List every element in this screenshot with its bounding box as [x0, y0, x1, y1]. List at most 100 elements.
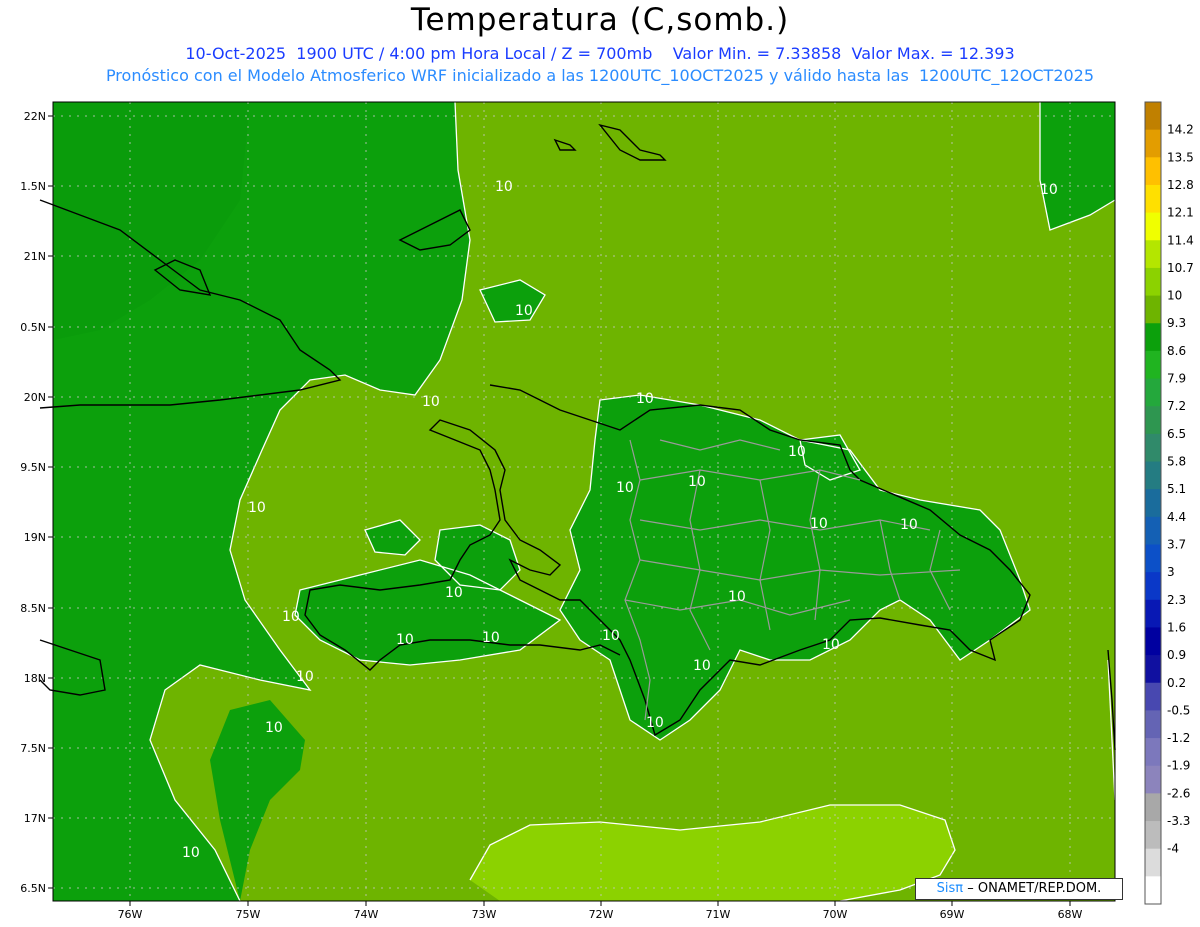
colorbar-swatch [1145, 848, 1161, 877]
lon-tick-label: 68W [1058, 908, 1083, 921]
colorbar-label: -1.9 [1167, 759, 1190, 773]
colorbar-swatch [1145, 406, 1161, 435]
lat-tick-label: 20N [24, 391, 46, 404]
colorbar-labels: 14.2 13.5 12.8 12.1 11.4 10.7 10 9.3 8.6 7.9 7.2 6.… [1167, 123, 1194, 856]
sispi-logo: Sisπ [936, 881, 964, 896]
colorbar-swatch [1145, 295, 1161, 324]
colorbar-swatch [1145, 544, 1161, 573]
colorbar-swatch [1145, 655, 1161, 684]
credit-box: Sisπ – ONAMET/REP.DOM. [915, 878, 1123, 900]
colorbar-label: 7.2 [1167, 399, 1186, 413]
lon-tick-label: 73W [472, 908, 497, 921]
colorbar-label: -0.5 [1167, 703, 1190, 717]
colorbar-label: 5.1 [1167, 482, 1186, 496]
contour-label: 10 [248, 500, 266, 516]
contour-label: 10 [282, 609, 300, 625]
lat-tick-label: 9.5N [20, 461, 46, 474]
colorbar-swatch [1145, 129, 1161, 158]
colorbar-swatch [1145, 738, 1161, 767]
colorbar-swatch [1145, 102, 1161, 131]
colorbar-swatch [1145, 516, 1161, 545]
colorbar-label: -1.2 [1167, 731, 1190, 745]
colorbar-label: -4 [1167, 842, 1179, 856]
colorbar-swatch [1145, 572, 1161, 601]
contour-label: 10 [515, 303, 533, 319]
colorbar-label: 0.9 [1167, 648, 1186, 662]
contour-label: 10 [482, 630, 500, 646]
contour-label: 10 [693, 658, 711, 674]
contour-label: 10 [296, 669, 314, 685]
colorbar-label: 7.9 [1167, 372, 1186, 386]
colorbar-swatch [1145, 682, 1161, 711]
colorbar-swatch [1145, 627, 1161, 656]
contour-label: 10 [646, 715, 664, 731]
contour-label: 10 [422, 394, 440, 410]
colorbar-swatch [1145, 433, 1161, 463]
contour-label: 10 [265, 720, 283, 736]
colorbar-swatch [1145, 267, 1161, 297]
contour-label: 10 [396, 632, 414, 648]
lat-tick-label: 7.5N [20, 742, 46, 755]
contour-label: 10 [182, 845, 200, 861]
lon-tick-label: 72W [589, 908, 614, 921]
contour-label: 10 [445, 585, 463, 601]
lat-tick-label: 21N [24, 250, 46, 263]
lon-axis: 76W 75W 74W 73W 72W 71W 70W 69W 68W [118, 901, 1083, 921]
lon-tick-label: 71W [706, 908, 731, 921]
colorbar-label: 5.8 [1167, 455, 1186, 469]
lon-tick-label: 69W [940, 908, 965, 921]
contour-label: 10 [810, 516, 828, 532]
lat-tick-label: 18N [24, 672, 46, 685]
temperature-map: 10 10 10 10 10 10 10 10 10 10 10 10 10 1… [20, 101, 1194, 921]
lat-tick-label: 1.5N [20, 180, 46, 193]
colorbar-swatch [1145, 240, 1161, 269]
colorbar-swatch [1145, 212, 1161, 241]
colorbar-label: 12.8 [1167, 178, 1194, 192]
lon-tick-label: 75W [236, 908, 261, 921]
colorbar-label: 10 [1167, 289, 1182, 303]
contour-label: 10 [900, 517, 918, 533]
colorbar-label: 8.6 [1167, 344, 1186, 358]
colorbar-label: 10.7 [1167, 261, 1194, 275]
lat-tick-label: 17N [24, 812, 46, 825]
colorbar-label: -3.3 [1167, 814, 1190, 828]
colorbar-swatch [1145, 489, 1161, 518]
contour-label: 10 [728, 589, 746, 605]
colorbar-label: 4.4 [1167, 510, 1186, 524]
colorbar-label: 11.4 [1167, 233, 1194, 247]
contour-label: 10 [495, 179, 513, 195]
colorbar-label: 14.2 [1167, 123, 1194, 137]
colorbar-swatch [1145, 710, 1161, 739]
lon-tick-label: 76W [118, 908, 143, 921]
lat-tick-label: 22N [24, 110, 46, 123]
colorbar-swatch [1145, 378, 1161, 407]
contour-label: 10 [602, 628, 620, 644]
colorbar-label: 3 [1167, 565, 1175, 579]
colorbar-label: 2.3 [1167, 593, 1186, 607]
colorbar-label: 1.6 [1167, 620, 1186, 634]
colorbar-swatch [1145, 184, 1161, 214]
contour-label: 10 [636, 391, 654, 407]
colorbar-swatch [1145, 350, 1161, 380]
colorbar [1144, 101, 1162, 905]
colorbar-label: 9.3 [1167, 316, 1186, 330]
colorbar-swatch [1145, 876, 1161, 905]
colorbar-label: 12.1 [1167, 206, 1194, 220]
contour-label: 10 [822, 637, 840, 653]
colorbar-swatch [1145, 793, 1161, 822]
lon-tick-label: 70W [823, 908, 848, 921]
contour-label: 10 [1040, 182, 1058, 198]
colorbar-swatch [1145, 765, 1161, 794]
colorbar-swatch [1145, 323, 1161, 352]
contour-label: 10 [788, 444, 806, 460]
colorbar-swatch [1145, 821, 1161, 850]
colorbar-label: 3.7 [1167, 537, 1186, 551]
colorbar-swatch [1145, 157, 1161, 186]
lat-tick-label: 8.5N [20, 602, 46, 615]
lat-axis: 22N 1.5N 21N 0.5N 20N 9.5N 19N 8.5N 18N … [20, 110, 53, 895]
credit-text: – ONAMET/REP.DOM. [967, 881, 1102, 896]
lon-tick-label: 74W [354, 908, 379, 921]
colorbar-label: 6.5 [1167, 427, 1186, 441]
colorbar-label: 0.2 [1167, 676, 1186, 690]
contour-label: 10 [688, 474, 706, 490]
